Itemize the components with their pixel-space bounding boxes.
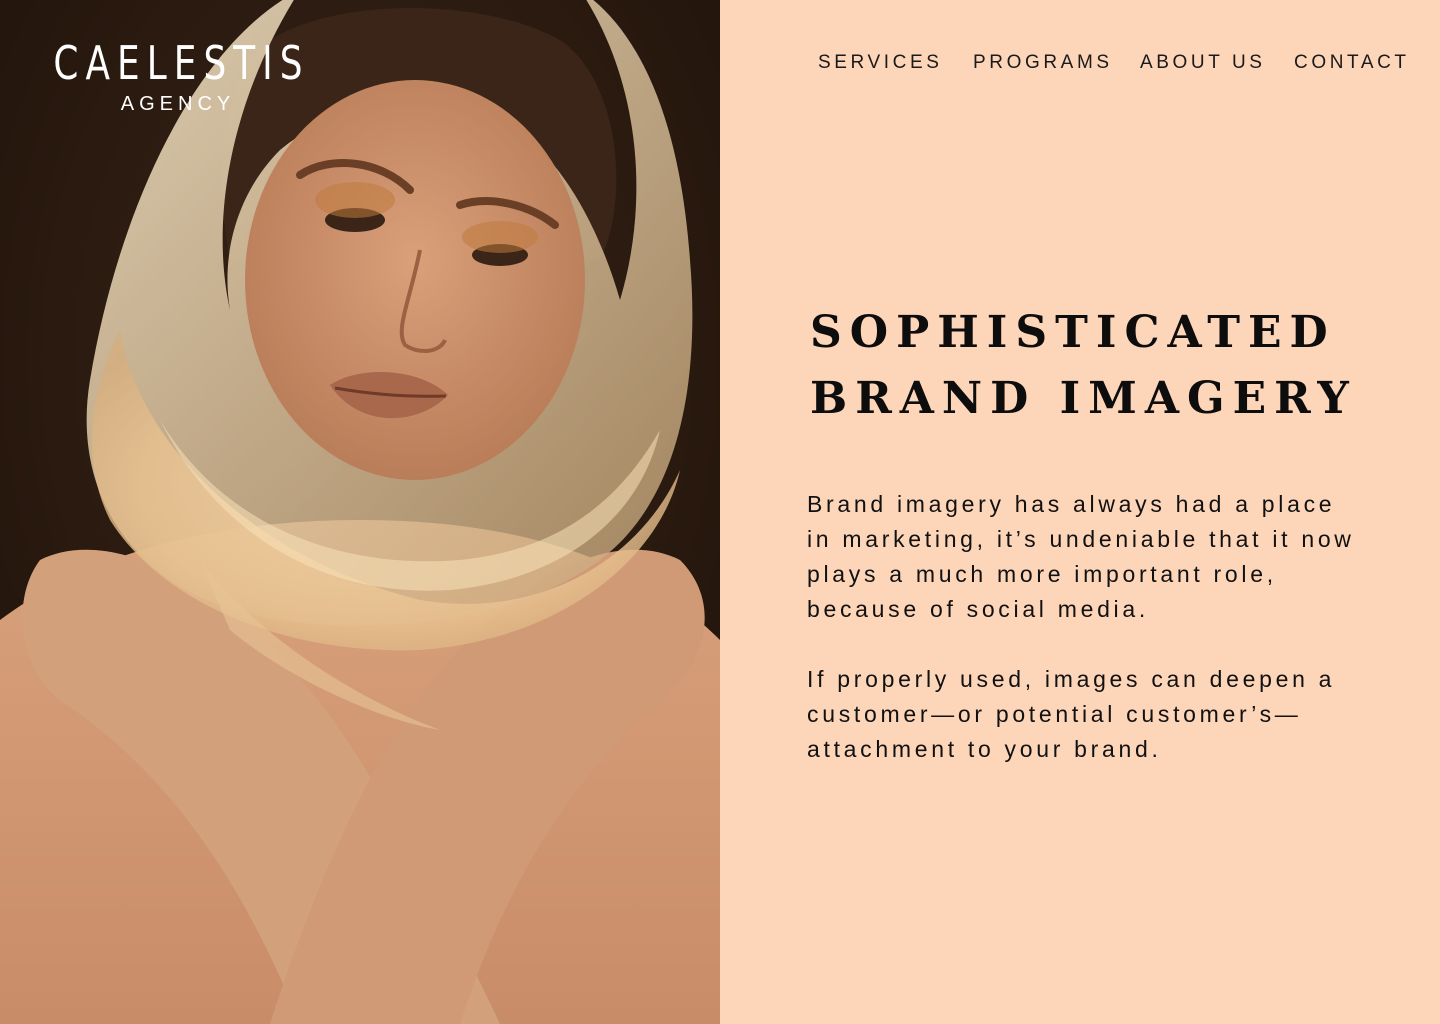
body-paragraph-2: If properly used, images can deepen a cu… xyxy=(807,666,1336,762)
brand-name: CAELESTIS xyxy=(53,36,310,90)
page-title-line-2: BRAND IMAGERY xyxy=(810,373,1357,424)
body-paragraph-1: Brand imagery has always had a place in … xyxy=(807,491,1355,622)
page-title-line-1: SOPHISTICATED xyxy=(810,307,1336,358)
nav-item-programs[interactable]: PROGRAMS xyxy=(973,49,1113,77)
hero-photo: CAELESTIS AGENCY xyxy=(0,0,720,1024)
main-nav: SERVICES PROGRAMS ABOUT US CONTACT xyxy=(720,49,1440,77)
nav-item-contact[interactable]: CONTACT xyxy=(1294,49,1410,77)
nav-item-about-us[interactable]: ABOUT US xyxy=(1140,49,1266,77)
nav-item-services[interactable]: SERVICES xyxy=(818,49,943,77)
content-panel: SERVICES PROGRAMS ABOUT US CONTACT SOPHI… xyxy=(720,0,1440,1024)
body-copy: Brand imagery has always had a place in … xyxy=(807,487,1367,802)
brand-tagline: AGENCY xyxy=(120,93,236,115)
page-title: SOPHISTICATED BRAND IMAGERY xyxy=(810,300,1410,432)
brand-logo[interactable]: CAELESTIS AGENCY xyxy=(0,36,356,116)
portrait-photo xyxy=(0,0,720,1024)
